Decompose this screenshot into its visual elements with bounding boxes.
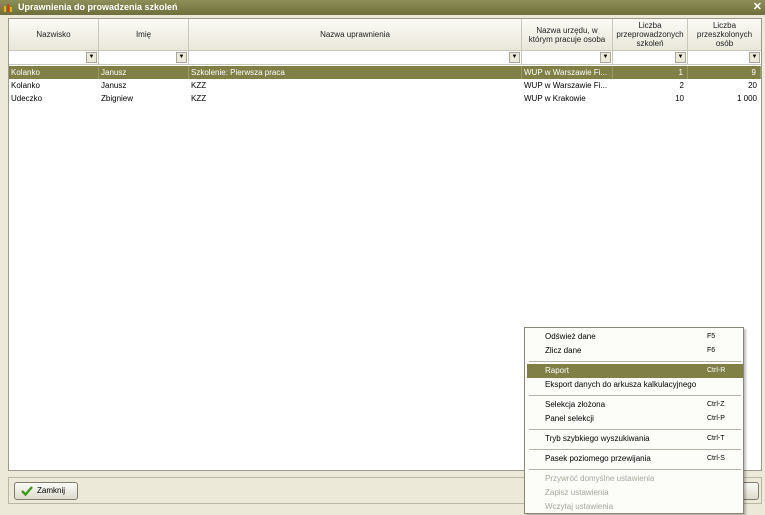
menu-item-raport[interactable]: Raport Ctrl-R [527, 364, 743, 378]
menu-item-selekcja-zlozona[interactable]: Selekcja złożona Ctrl-Z [527, 398, 743, 412]
window-title: Uprawnienia do prowadzenia szkoleń [18, 2, 178, 12]
column-header-imie[interactable]: Imię [99, 19, 189, 51]
filter-dropdown-icon[interactable]: ▼ [675, 52, 686, 63]
menu-item-przywroc-domyslne: Przywróć domyślne ustawienia [527, 472, 743, 486]
app-icon [4, 4, 12, 12]
filter-dropdown-icon[interactable]: ▼ [86, 52, 97, 63]
cell-imie: Zbigniew [101, 94, 134, 103]
menu-separator [529, 469, 741, 470]
close-button[interactable]: Zamknij [14, 482, 78, 500]
cell-urzad: WUP w Warszawie Fi... [524, 81, 608, 90]
menu-item-zapisz-ustawienia: Zapisz ustawienia [527, 486, 743, 500]
filter-nazwa-uprawnienia[interactable]: ▼ [189, 51, 522, 65]
cell-nazwisko: Kolanko [9, 66, 99, 79]
table-row[interactable]: Udeczko Zbigniew KZZ WUP w Krakowie 10 1… [9, 92, 761, 105]
menu-item-label: Przywróć domyślne ustawienia [545, 474, 655, 483]
menu-item-shortcut: Ctrl-R [707, 367, 726, 374]
menu-item-label: Panel selekcji [545, 414, 594, 423]
cell-nazwisko: Udeczko [11, 94, 43, 103]
menu-item-odswiez-dane[interactable]: Odśwież dane F5 [527, 330, 743, 344]
column-header-nazwa-uprawnienia[interactable]: Nazwa uprawnienia [189, 19, 522, 51]
menu-item-label: Selekcja złożona [545, 400, 606, 409]
table-row[interactable]: Kolanko Janusz KZZ WUP w Warszawie Fi...… [9, 79, 761, 92]
column-header-liczba-szkolen[interactable]: Liczba przeprowadzonych szkoleń [613, 19, 688, 51]
menu-item-label: Zapisz ustawienia [545, 488, 609, 497]
menu-item-label: Pasek poziomego przewijania [545, 454, 651, 463]
cell-liczba-osob: 20 [748, 81, 757, 90]
menu-item-shortcut: F6 [707, 347, 716, 354]
menu-item-shortcut: Ctrl-P [707, 415, 725, 422]
menu-separator [529, 429, 741, 430]
filter-liczba-szkolen[interactable]: ▼ [613, 51, 688, 65]
cell-liczba-osob: 9 [688, 66, 761, 79]
checkmark-icon [21, 486, 33, 497]
filter-nazwisko[interactable]: ▼ [9, 51, 99, 65]
menu-item-label: Raport [545, 366, 570, 375]
table-row[interactable]: Kolanko Janusz Szkolenie: Pierwsza praca… [9, 66, 761, 79]
menu-item-label: Zlicz dane [545, 346, 582, 355]
menu-item-shortcut: Ctrl-T [707, 435, 725, 442]
menu-item-pasek-poziomego-przewijania[interactable]: Pasek poziomego przewijania Ctrl-S [527, 452, 743, 466]
filter-dropdown-icon[interactable]: ▼ [509, 52, 520, 63]
menu-item-label: Wczytaj ustawienia [545, 502, 614, 511]
column-header-nazwa-urzedu[interactable]: Nazwa urzędu, w którym pracuje osoba [522, 19, 613, 51]
menu-separator [529, 449, 741, 450]
menu-separator [529, 395, 741, 396]
cell-liczba-szkolen: 10 [675, 94, 684, 103]
menu-item-shortcut: F5 [707, 333, 716, 340]
filter-dropdown-icon[interactable]: ▼ [749, 52, 760, 63]
close-icon[interactable]: ✕ [753, 0, 762, 15]
menu-item-shortcut: Ctrl-S [707, 455, 725, 462]
filter-nazwa-urzedu[interactable]: ▼ [522, 51, 613, 65]
filter-dropdown-icon[interactable]: ▼ [176, 52, 187, 63]
menu-separator [529, 361, 741, 362]
close-button-label: Zamknij [37, 486, 66, 495]
cell-liczba-szkolen: 2 [679, 81, 684, 90]
cell-urzad: WUP w Warszawie Fi... [522, 66, 613, 79]
menu-item-wczytaj-ustawienia: Wczytaj ustawienia [527, 500, 743, 514]
cell-imie: Janusz [101, 81, 127, 90]
dialog-window: Uprawnienia do prowadzenia szkoleń ✕ Naz… [0, 0, 765, 515]
column-header-liczba-osob[interactable]: Liczba przeszkolonych osób [688, 19, 761, 51]
cell-uprawnienie: Szkolenie: Pierwsza praca [189, 66, 522, 79]
menu-item-shortcut: Ctrl-Z [707, 401, 725, 408]
menu-item-label: Eksport danych do arkusza kalkulacyjnego [545, 380, 697, 389]
menu-item-tryb-szybkiego-wyszukiwania[interactable]: Tryb szybkiego wyszukiwania Ctrl-T [527, 432, 743, 446]
menu-item-label: Odśwież dane [545, 332, 596, 341]
filter-liczba-osob[interactable]: ▼ [688, 51, 761, 65]
menu-item-zlicz-dane[interactable]: Zlicz dane F6 [527, 344, 743, 358]
menu-item-panel-selekcji[interactable]: Panel selekcji Ctrl-P [527, 412, 743, 426]
title-bar[interactable]: Uprawnienia do prowadzenia szkoleń ✕ [0, 0, 765, 15]
cell-liczba-osob: 1 000 [736, 94, 757, 103]
menu-item-label: Tryb szybkiego wyszukiwania [545, 434, 650, 443]
cell-imie: Janusz [99, 66, 189, 79]
cell-uprawnienie: KZZ [191, 81, 207, 90]
filter-dropdown-icon[interactable]: ▼ [600, 52, 611, 63]
cell-uprawnienie: KZZ [191, 94, 207, 103]
cell-liczba-szkolen: 1 [613, 66, 688, 79]
menu-item-eksport-danych[interactable]: Eksport danych do arkusza kalkulacyjnego [527, 378, 743, 392]
cell-urzad: WUP w Krakowie [524, 94, 586, 103]
context-menu: Odśwież dane F5 Zlicz dane F6 Raport Ctr… [524, 327, 744, 514]
filter-imie[interactable]: ▼ [99, 51, 189, 65]
column-header-nazwisko[interactable]: Nazwisko [9, 19, 99, 51]
cell-nazwisko: Kolanko [11, 81, 40, 90]
